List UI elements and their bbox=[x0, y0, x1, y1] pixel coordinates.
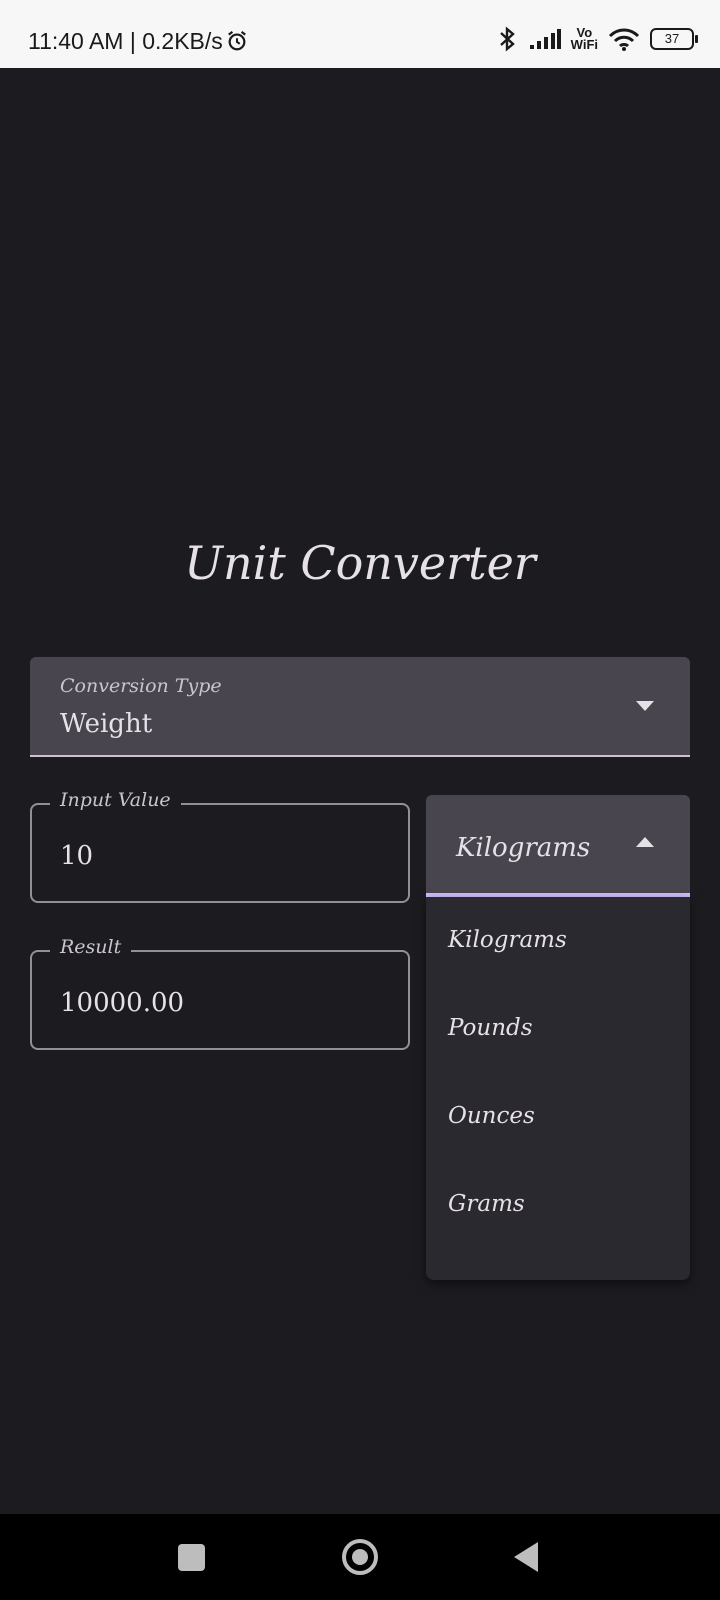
back-icon[interactable] bbox=[514, 1542, 538, 1572]
menu-item-grams[interactable]: Grams bbox=[448, 1191, 688, 1279]
home-icon[interactable] bbox=[342, 1539, 378, 1575]
result-value: 10000.00 bbox=[60, 988, 185, 1018]
unit-dropdown[interactable]: Kilograms bbox=[426, 795, 690, 897]
bluetooth-icon bbox=[499, 26, 515, 52]
conversion-type-value: Weight bbox=[60, 709, 153, 739]
dropdown-arrow-icon bbox=[636, 701, 654, 711]
navigation-bar bbox=[0, 1514, 720, 1600]
menu-item-ounces[interactable]: Ounces bbox=[448, 1103, 688, 1191]
signal-icon bbox=[529, 29, 561, 49]
vowifi-icon: Vo WiFi bbox=[570, 26, 598, 52]
result-field: Result 10000.00 bbox=[30, 936, 410, 1050]
dropdown-arrow-up-icon bbox=[636, 837, 654, 847]
input-value-field[interactable]: Input Value 10 bbox=[30, 789, 410, 903]
wifi-icon bbox=[608, 28, 640, 51]
unit-dropdown-menu: Kilograms Pounds Ounces Grams bbox=[426, 897, 690, 1280]
result-label: Result bbox=[50, 936, 132, 958]
conversion-type-dropdown[interactable]: Conversion Type Weight bbox=[30, 657, 690, 757]
unit-dropdown-value: Kilograms bbox=[456, 833, 591, 863]
recents-icon[interactable] bbox=[178, 1544, 205, 1571]
menu-item-kilograms[interactable]: Kilograms bbox=[448, 927, 688, 1015]
input-value-text: 10 bbox=[60, 841, 94, 871]
conversion-type-label: Conversion Type bbox=[60, 675, 222, 697]
battery-icon: 37 bbox=[650, 28, 698, 50]
status-bar: 11:40 AM | 0.2KB/s Vo WiFi 37 bbox=[0, 0, 720, 68]
menu-item-pounds[interactable]: Pounds bbox=[448, 1015, 688, 1103]
input-value-label: Input Value bbox=[50, 789, 181, 811]
vowifi-bottom: WiFi bbox=[570, 37, 598, 52]
status-time: 11:40 AM | 0.2KB/s bbox=[28, 28, 223, 54]
page-title: Unit Converter bbox=[184, 536, 536, 590]
alarm-icon bbox=[228, 30, 246, 51]
